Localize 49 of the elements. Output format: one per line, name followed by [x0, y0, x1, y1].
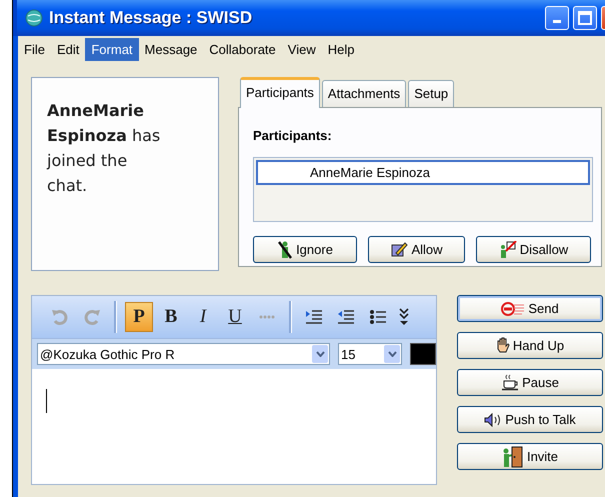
minimize-button[interactable]: [545, 6, 569, 30]
format-button[interactable]: I: [189, 302, 217, 332]
send-icon: [501, 302, 526, 316]
font-dropdown[interactable]: @Kozuka Gothic Pro R: [37, 343, 330, 365]
person-slash-icon: [277, 240, 294, 258]
maximize-icon: [578, 11, 592, 25]
tab[interactable]: Participants: [240, 77, 320, 108]
action-button[interactable]: Invite: [457, 443, 603, 470]
person-cross-icon: [498, 241, 517, 258]
format-button[interactable]: U: [221, 302, 249, 332]
speaker-icon: [484, 412, 502, 426]
indent-icon: [305, 308, 323, 326]
window-title: Instant Message : SWISD: [49, 8, 254, 28]
hand-icon: [496, 337, 510, 354]
menu-item[interactable]: Message: [138, 38, 204, 60]
chat-message: AnneMarie Espinoza has joined the chat.: [47, 100, 162, 197]
quote-icon: [258, 313, 276, 321]
chevron-icon: [399, 308, 409, 326]
pencil-note-icon: [390, 241, 408, 258]
participant-action-button[interactable]: Allow: [368, 236, 465, 263]
maximize-button[interactable]: [573, 6, 597, 30]
tab[interactable]: Attachments: [322, 80, 406, 107]
menu-item[interactable]: Format: [85, 38, 139, 60]
menu-item[interactable]: Help: [322, 38, 360, 60]
participant-action-button[interactable]: Disallow: [476, 236, 591, 263]
participants-heading: Participants:: [253, 128, 333, 143]
person-door-icon: [502, 446, 524, 468]
participant-action-button[interactable]: Ignore: [253, 236, 357, 263]
action-button[interactable]: Send: [457, 295, 603, 322]
format-button[interactable]: B: [157, 302, 185, 332]
bullet-list-icon: [369, 308, 387, 326]
outdent-icon: [337, 308, 355, 326]
action-button[interactable]: Push to Talk: [457, 406, 603, 433]
menu-item[interactable]: File: [18, 38, 51, 60]
size-dropdown[interactable]: 15: [338, 343, 402, 365]
menu-item[interactable]: View: [282, 38, 322, 60]
menu-item[interactable]: Edit: [50, 38, 86, 60]
menu-item[interactable]: Collaborate: [203, 38, 282, 60]
color-swatch[interactable]: [410, 343, 436, 365]
undo-arrow-icon: [50, 307, 70, 327]
action-button[interactable]: Pause: [457, 369, 603, 396]
action-button[interactable]: Hand Up: [457, 332, 603, 359]
coffee-cup-icon: [501, 374, 520, 391]
minimize-icon: [553, 20, 561, 23]
tab[interactable]: Setup: [408, 80, 454, 107]
format-button[interactable]: P: [125, 302, 153, 332]
globe-icon: [25, 9, 43, 27]
redo-arrow-icon: [82, 307, 102, 327]
participant-item[interactable]: AnneMarie Espinoza: [256, 160, 590, 185]
